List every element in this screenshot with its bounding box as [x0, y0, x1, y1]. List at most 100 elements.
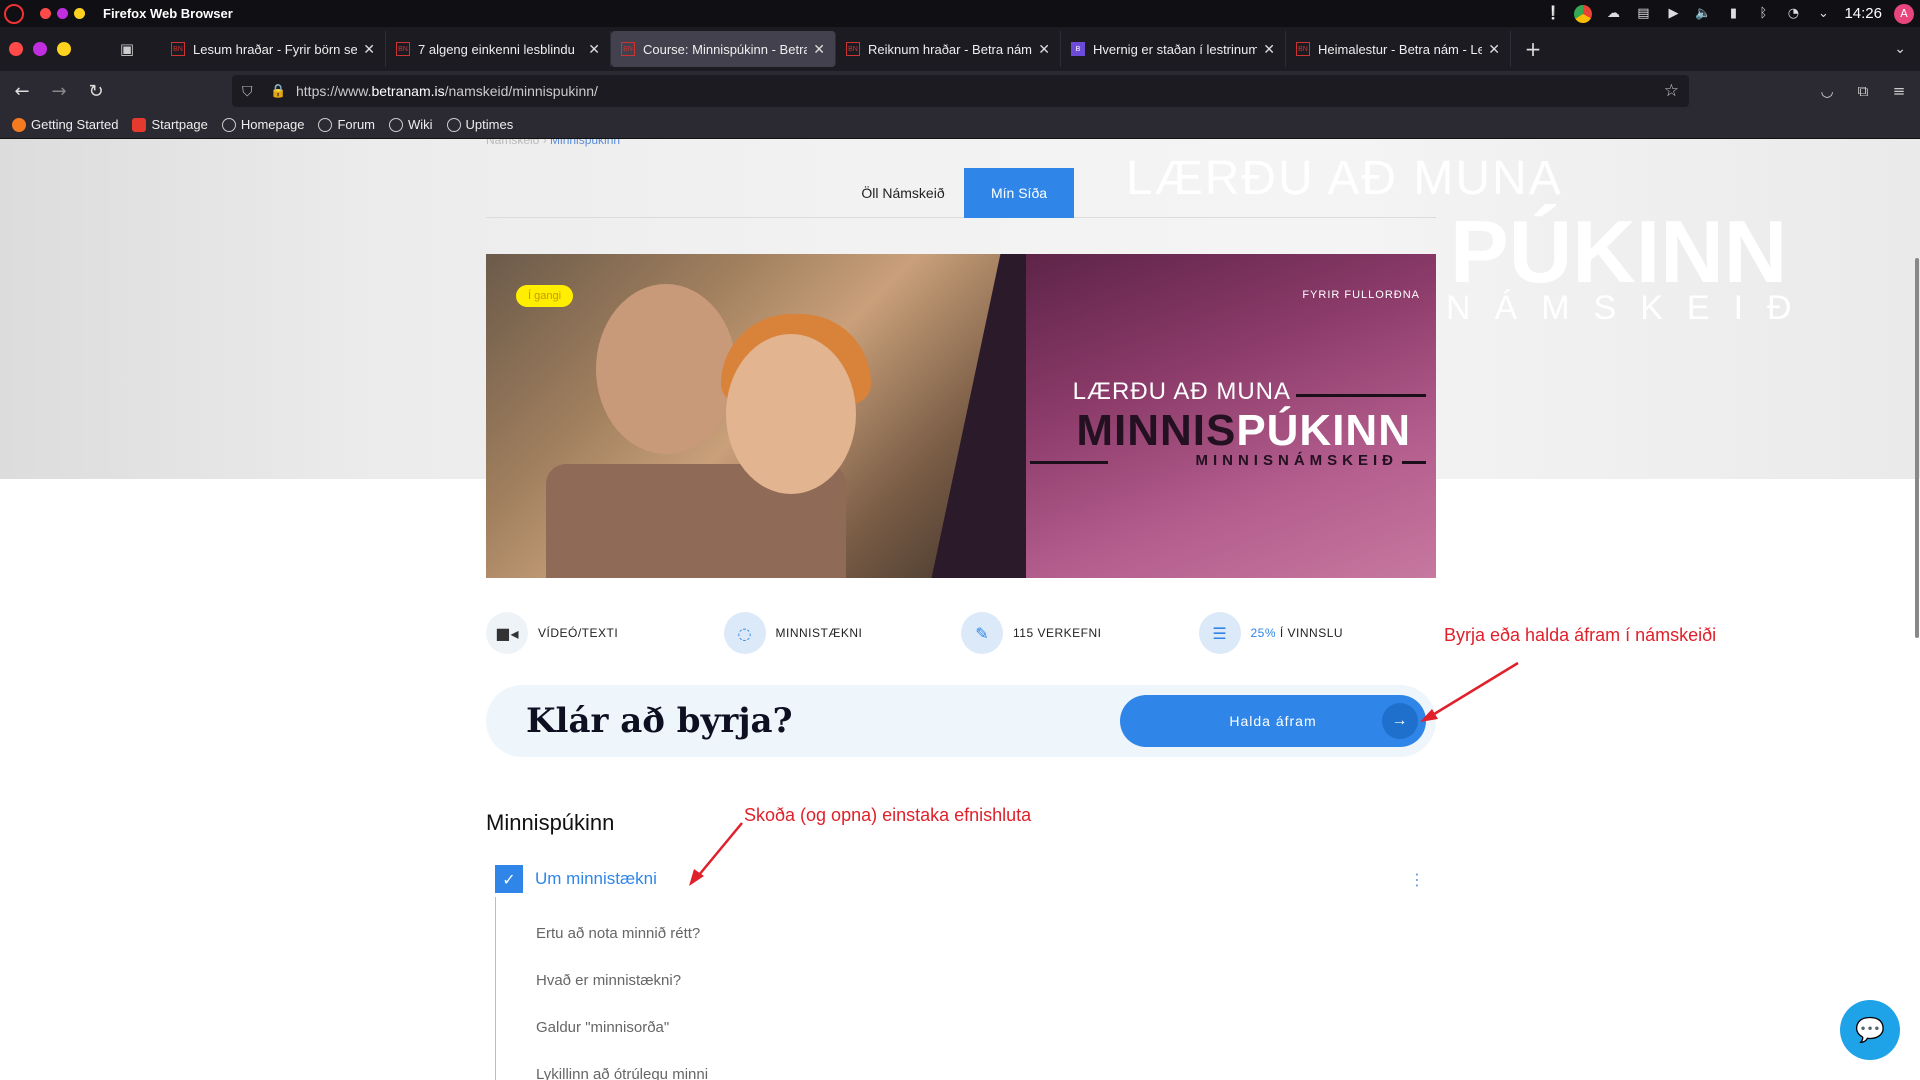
chat-bubble-icon[interactable]: 💬: [1840, 1000, 1900, 1060]
close-tab-icon[interactable]: ✕: [813, 41, 825, 58]
distro-logo-icon[interactable]: [4, 3, 24, 24]
tab-all-courses[interactable]: Öll Námskeið: [848, 168, 958, 218]
site-favicon-icon: B: [1071, 42, 1085, 56]
tab-label: Hvernig er staðan í lestrinum: [1093, 41, 1258, 57]
bookmark-label: Uptimes: [465, 117, 514, 132]
clipboard-icon[interactable]: ▤: [1634, 5, 1652, 23]
lesson-title[interactable]: Um minnistækni: [535, 869, 657, 889]
extensions-icon[interactable]: ⧉: [1852, 76, 1874, 106]
feature-label: VÍDEÓ/TEXTI: [538, 626, 619, 640]
tab-lesum-hradar[interactable]: BN Lesum hraðar - Fyrir börn sem ✕: [161, 31, 386, 67]
url-text[interactable]: https://www.betranam.is/namskeid/minnisp…: [296, 83, 598, 99]
startpage-icon: [132, 117, 147, 132]
sub-lesson-item[interactable]: Galdur "minnisorða": [536, 1019, 669, 1036]
web-page: LÆRÐU AÐ MUNA PÚKINN NÁMSKEIÐ Námskeið ›…: [0, 139, 1920, 1080]
wifi-icon[interactable]: ◔: [1784, 5, 1802, 23]
site-favicon-icon: BN: [846, 42, 860, 56]
feature-technique: ◌ MINNISTÆKNI: [723, 610, 962, 656]
reload-icon[interactable]: ↻: [81, 76, 111, 106]
navigation-bar: ← → ↻ ⛉ 🔒 https://www.betranam.is/namske…: [0, 71, 1920, 111]
status-badge: Í gangi: [516, 285, 574, 307]
tab-reiknum-hradar[interactable]: BN Reiknum hraðar - Betra nám ✕: [836, 31, 1061, 67]
banner-title-part1: MINNIS: [1076, 406, 1237, 455]
volume-icon[interactable]: 🔈: [1694, 5, 1712, 23]
hamburger-menu-icon[interactable]: ≡: [1888, 76, 1910, 106]
sub-lesson-item[interactable]: Hvað er minnistækni?: [536, 972, 681, 989]
window-dots: [40, 8, 85, 19]
clock[interactable]: 14:26: [1844, 5, 1882, 22]
tab-heimalestur[interactable]: BN Heimalestur - Betra nám - Le ✕: [1286, 31, 1511, 67]
breadcrumb-parent[interactable]: Námskeið: [486, 139, 539, 147]
url-bar[interactable]: ⛉ 🔒 https://www.betranam.is/namskeid/min…: [232, 75, 1689, 107]
close-tab-icon[interactable]: ✕: [1038, 41, 1050, 58]
close-tab-icon[interactable]: ✕: [588, 41, 600, 58]
yellow-dot-icon[interactable]: [74, 8, 85, 19]
user-avatar[interactable]: A: [1894, 3, 1914, 24]
banner-subtitle: MINNISNÁMSKEIÐ: [1195, 452, 1398, 469]
list-all-tabs-chevron-icon[interactable]: ⌄: [1894, 41, 1906, 57]
bookmark-forum[interactable]: Forum: [318, 117, 375, 132]
back-arrow-icon[interactable]: ←: [7, 76, 37, 106]
progress-percent: 25%: [1250, 626, 1277, 640]
banner-rule: [1296, 394, 1426, 397]
feature-label: 25% Í VINNSLU: [1251, 626, 1344, 640]
close-tab-icon[interactable]: ✕: [363, 41, 375, 58]
site-favicon-icon: BN: [396, 42, 410, 56]
more-vertical-icon[interactable]: ⋮: [1409, 870, 1425, 889]
sub-lesson-item[interactable]: Lykillinn að ótrúlegu minni: [536, 1066, 708, 1080]
bookmark-star-icon[interactable]: ☆: [1664, 81, 1679, 101]
minimize-window-icon[interactable]: [33, 42, 47, 56]
close-tab-icon[interactable]: ✕: [1488, 41, 1500, 58]
globe-icon: [446, 117, 461, 132]
purple-dot-icon[interactable]: [57, 8, 68, 19]
bookmark-uptimes[interactable]: Uptimes: [446, 117, 514, 132]
lock-icon[interactable]: 🔒: [270, 83, 286, 99]
bookmark-wiki[interactable]: Wiki: [389, 117, 433, 132]
bookmark-startpage[interactable]: Startpage: [132, 117, 208, 132]
bookmark-homepage[interactable]: Homepage: [221, 117, 304, 132]
tab-overview-icon[interactable]: ▣: [113, 35, 141, 63]
battery-icon[interactable]: ▮: [1724, 5, 1742, 23]
photo-woman: [726, 334, 856, 494]
feature-label: 115 VERKEFNI: [1013, 626, 1102, 640]
continue-button[interactable]: Halda áfram →: [1120, 695, 1426, 747]
pocket-icon[interactable]: ◡: [1816, 76, 1838, 106]
forward-arrow-icon[interactable]: →: [44, 76, 74, 106]
bookmark-getting-started[interactable]: Getting Started: [12, 117, 118, 132]
banner-line1: LÆRÐU AÐ MUNA: [1072, 378, 1291, 405]
tabs: BN Lesum hraðar - Fyrir börn sem ✕ BN 7 alg…: [161, 31, 1511, 67]
annotation-arrow-continue: [1420, 661, 1519, 722]
tab-lesblindu[interactable]: BN 7 algeng einkenni lesblindu ✕: [386, 31, 611, 67]
sub-lesson-item[interactable]: Ertu að nota minnið rétt?: [536, 925, 700, 942]
photo-man: [596, 284, 736, 454]
tab-label: Course: Minnispúkinn - Betra: [643, 41, 808, 57]
tab-label: 7 algeng einkenni lesblindu: [418, 41, 575, 57]
close-window-icon[interactable]: [9, 42, 23, 56]
maximize-window-icon[interactable]: [57, 42, 71, 56]
brain-icon: ◌: [723, 612, 766, 654]
media-play-icon[interactable]: ▶: [1664, 5, 1682, 23]
notification-icon[interactable]: ❕: [1544, 5, 1562, 23]
cloud-icon[interactable]: ☁: [1604, 5, 1622, 23]
annotation-continue: Byrja eða halda áfram í námskeiði: [1444, 625, 1717, 645]
close-tab-icon[interactable]: ✕: [1263, 41, 1275, 58]
lesson-header[interactable]: ✓ Um minnistækni ⋮: [495, 861, 1425, 897]
banner-title-part2: PÚKINN: [1236, 406, 1411, 455]
tab-stadan-i-lestrinum[interactable]: B Hvernig er staðan í lestrinum ✕: [1061, 31, 1286, 67]
tab-my-page[interactable]: Mín Síða: [964, 168, 1074, 218]
url-host: betranam.is: [371, 83, 445, 99]
banner-rule-right: [1402, 461, 1426, 464]
red-dot-icon[interactable]: [40, 8, 51, 19]
breadcrumb: Námskeið › Minnispúkinn: [486, 139, 620, 147]
bluetooth-icon[interactable]: ᛒ: [1754, 5, 1772, 23]
checkmark-icon[interactable]: ✓: [495, 865, 523, 893]
tracking-shield-icon[interactable]: ⛉: [242, 83, 260, 100]
new-tab-plus-icon[interactable]: +: [1517, 33, 1549, 65]
os-top-bar: Firefox Web Browser ❕ ☁ ▤ ▶ 🔈 ▮ ᛒ ◔ ⌄ 14…: [0, 0, 1920, 27]
tab-minnispukinn[interactable]: BN Course: Minnispúkinn - Betra ✕: [611, 31, 836, 67]
chevron-down-icon[interactable]: ⌄: [1814, 5, 1832, 23]
banner-rule-left: [1030, 461, 1108, 464]
page-scrollbar[interactable]: [1915, 258, 1919, 638]
chrome-icon[interactable]: [1574, 4, 1593, 23]
site-favicon-icon: BN: [171, 42, 185, 56]
